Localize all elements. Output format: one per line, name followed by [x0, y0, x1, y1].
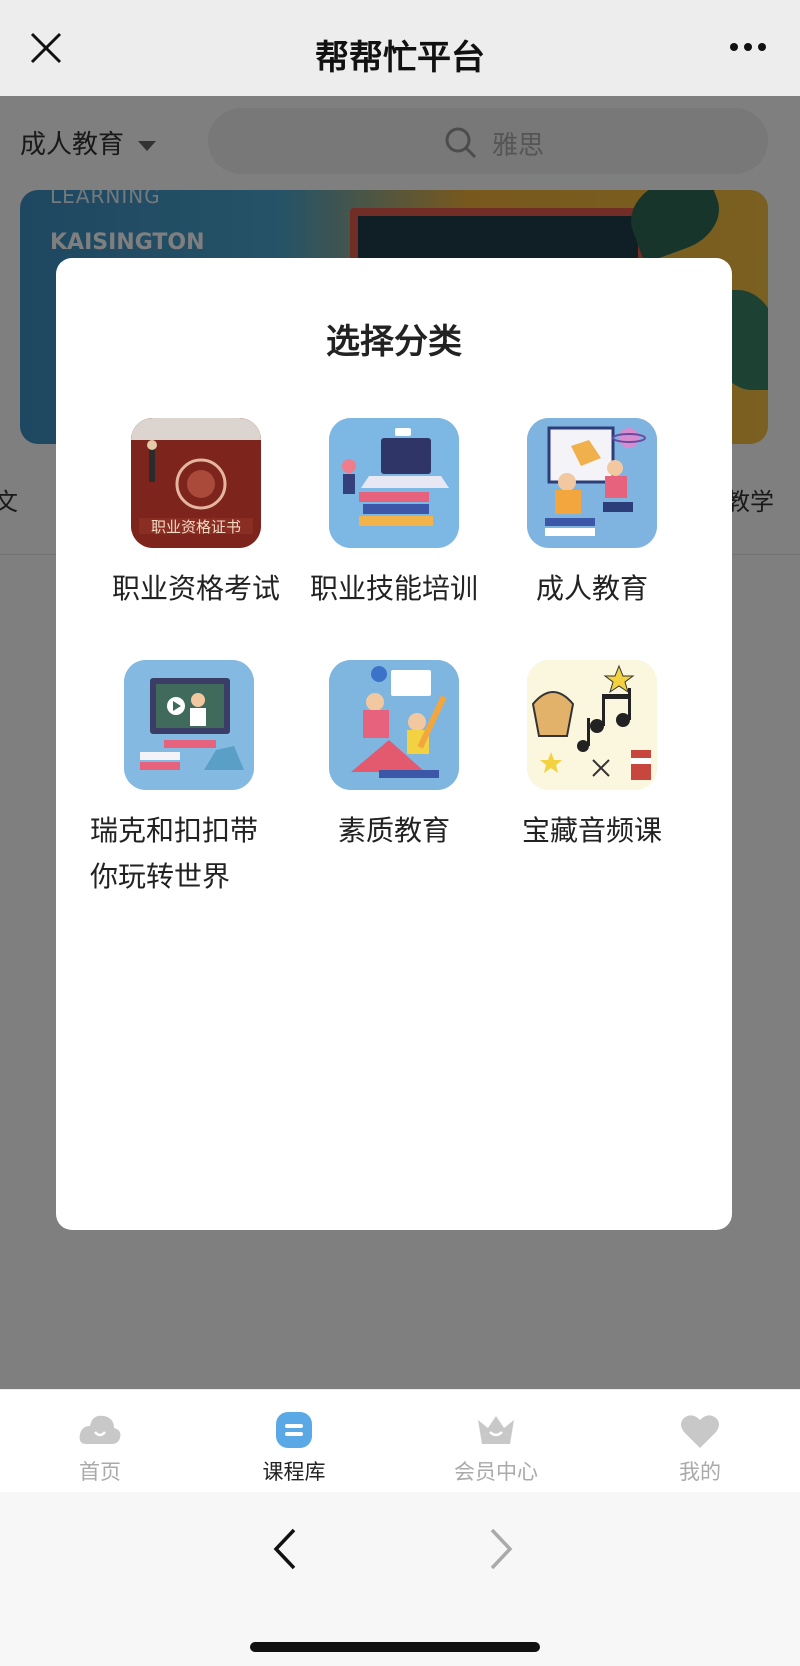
category-item-quality-education[interactable]: 素质教育: [296, 660, 492, 854]
tab-profile[interactable]: 我的: [600, 1390, 800, 1492]
heart-profile-icon: [681, 1415, 719, 1448]
category-item-audio-course[interactable]: 宝藏音频课: [494, 660, 690, 854]
tab-home[interactable]: 首页: [0, 1390, 200, 1492]
category-item-rick-and-koukou[interactable]: 瑞克和扣扣带 你玩转世界: [90, 660, 286, 900]
svg-text:职业资格证书: 职业资格证书: [151, 518, 241, 536]
tab-course-library[interactable]: 课程库: [194, 1390, 394, 1492]
category-picker-modal: 选择分类 职业资格证书 职业资格考试 职业技能培训 成人教育 瑞克和扣扣带 你玩…: [56, 258, 732, 1230]
more-options-icon[interactable]: [728, 40, 768, 54]
laptop-training-image: [329, 418, 459, 548]
forward-arrow-icon[interactable]: [486, 1526, 516, 1572]
category-label: 成人教育: [535, 572, 648, 605]
tab-label: 首页: [79, 1460, 121, 1484]
modal-title: 选择分类: [326, 322, 462, 362]
cloud-home-icon: [79, 1415, 121, 1444]
category-label: 瑞克和扣扣带 你玩转世界: [90, 808, 286, 900]
top-nav-bar: 帮帮忙平台: [0, 0, 800, 96]
category-item-vocational-exam[interactable]: 职业资格证书 职业资格考试: [98, 418, 294, 612]
tab-label: 会员中心: [454, 1460, 538, 1484]
tab-member-center[interactable]: 会员中心: [396, 1390, 596, 1492]
online-class-image: [124, 660, 254, 790]
category-label: 职业资格考试: [111, 572, 280, 605]
home-indicator: [250, 1642, 540, 1652]
back-arrow-icon[interactable]: [270, 1526, 300, 1572]
tab-label: 我的: [679, 1460, 721, 1484]
certificate-image: 职业资格证书: [131, 418, 261, 548]
category-item-adult-education[interactable]: 成人教育: [494, 418, 690, 612]
browser-nav-bar: [0, 1492, 800, 1666]
page-title: 帮帮忙平台: [315, 38, 485, 78]
member-crown-icon: [478, 1416, 514, 1444]
category-label: 宝藏音频课: [521, 814, 662, 847]
adult-education-image: [527, 418, 657, 548]
music-notes-image: [527, 660, 657, 790]
category-label: 素质教育: [337, 814, 450, 847]
category-label-line1: 瑞克和扣扣带: [90, 814, 259, 847]
category-label: 职业技能培训: [309, 572, 478, 605]
category-label-line2: 你玩转世界: [90, 860, 231, 893]
quality-education-image: [329, 660, 459, 790]
bottom-tab-bar: 首页 课程库 会员中心 我的: [0, 1389, 800, 1492]
category-item-skills-training[interactable]: 职业技能培训: [296, 418, 492, 612]
tab-label: 课程库: [262, 1460, 326, 1484]
course-library-icon: [276, 1412, 312, 1448]
